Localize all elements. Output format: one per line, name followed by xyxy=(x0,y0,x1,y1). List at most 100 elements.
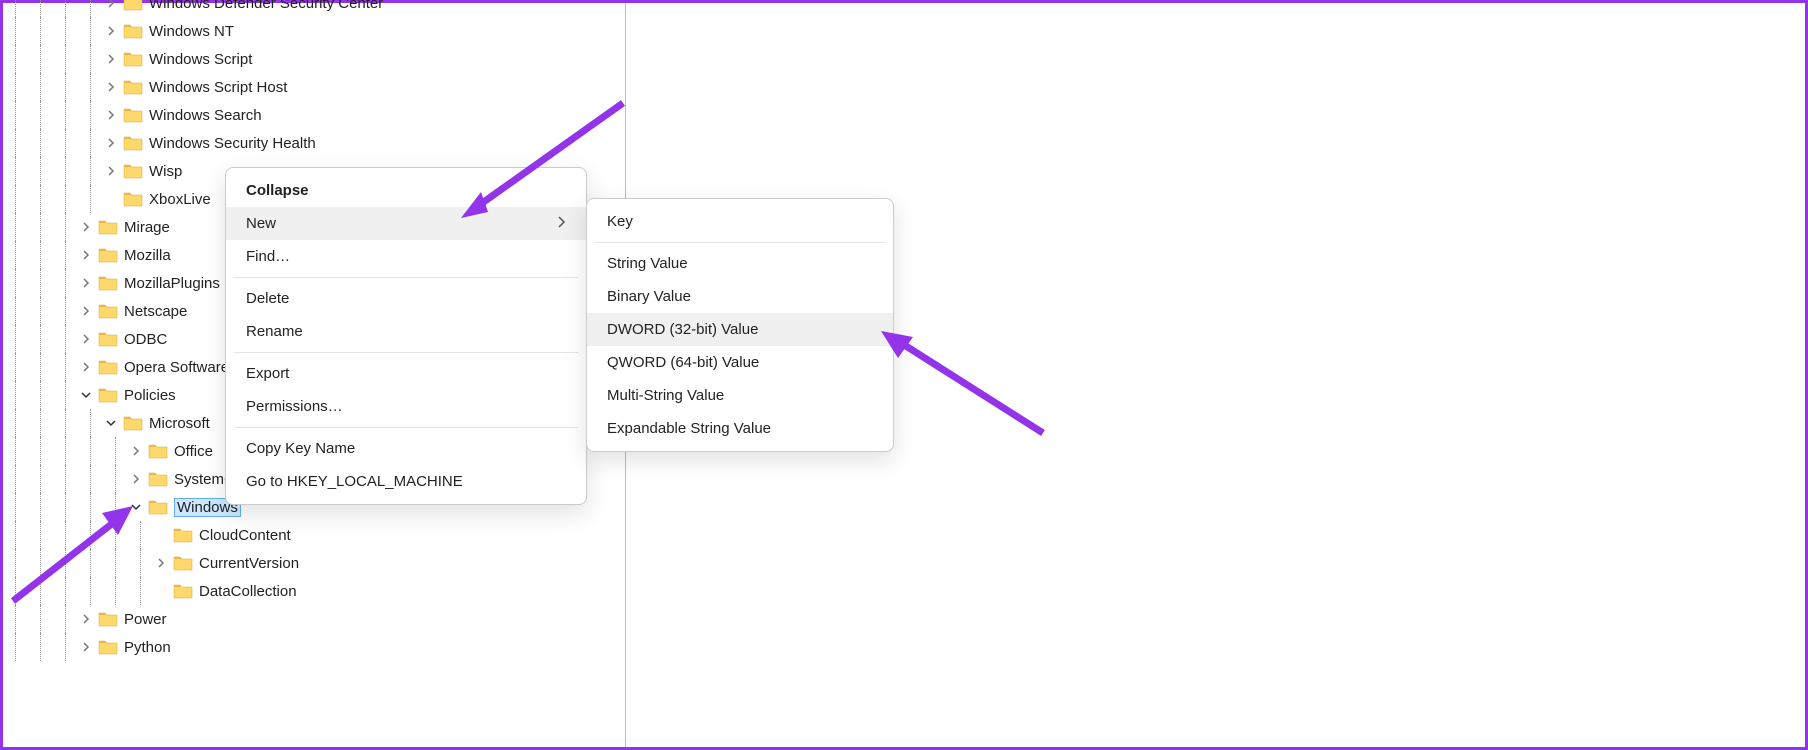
chevron-right-icon[interactable] xyxy=(103,163,119,179)
context-menu: Collapse New Find… Delete Rename Export … xyxy=(225,167,587,505)
tree-lines xyxy=(3,605,78,633)
tree-lines xyxy=(3,269,78,297)
chevron-right-icon[interactable] xyxy=(103,51,119,67)
chevron-right-icon[interactable] xyxy=(128,443,144,459)
tree-lines xyxy=(3,17,103,45)
tree-item[interactable]: CloudContent xyxy=(3,521,625,549)
tree-item[interactable]: Windows Search xyxy=(3,101,625,129)
tree-lines xyxy=(3,493,128,521)
folder-icon xyxy=(173,555,193,571)
tree-item-label: Microsoft xyxy=(149,415,210,432)
folder-icon xyxy=(123,51,143,67)
tree-item-label: Policies xyxy=(124,387,176,404)
menu-label: Multi-String Value xyxy=(607,387,724,404)
folder-icon xyxy=(148,443,168,459)
menu-delete[interactable]: Delete xyxy=(226,282,586,315)
tree-item-label: DataCollection xyxy=(199,583,297,600)
chevron-right-icon[interactable] xyxy=(103,23,119,39)
submenu-string-value[interactable]: String Value xyxy=(587,247,893,280)
menu-export[interactable]: Export xyxy=(226,357,586,390)
tree-lines xyxy=(3,213,78,241)
chevron-right-icon[interactable] xyxy=(153,555,169,571)
tree-item[interactable]: Python xyxy=(3,633,625,661)
menu-new[interactable]: New xyxy=(226,207,586,240)
tree-lines xyxy=(3,577,153,605)
folder-icon xyxy=(123,135,143,151)
chevron-right-icon[interactable] xyxy=(103,135,119,151)
folder-icon xyxy=(123,191,143,207)
submenu-binary-value[interactable]: Binary Value xyxy=(587,280,893,313)
menu-collapse[interactable]: Collapse xyxy=(226,174,586,207)
chevron-down-icon[interactable] xyxy=(78,387,94,403)
menu-label: DWORD (32-bit) Value xyxy=(607,321,758,338)
menu-label: String Value xyxy=(607,255,688,272)
folder-icon xyxy=(98,331,118,347)
tree-item-label: Python xyxy=(124,639,171,656)
tree-lines xyxy=(3,73,103,101)
chevron-right-icon[interactable] xyxy=(78,219,94,235)
menu-goto[interactable]: Go to HKEY_LOCAL_MACHINE xyxy=(226,465,586,498)
submenu-new: Key String Value Binary Value DWORD (32-… xyxy=(586,198,894,452)
tree-item-label: ODBC xyxy=(124,331,167,348)
menu-label: Rename xyxy=(246,323,303,340)
folder-icon xyxy=(173,583,193,599)
tree-item[interactable]: Windows NT xyxy=(3,17,625,45)
chevron-right-icon[interactable] xyxy=(78,331,94,347)
menu-label: New xyxy=(246,215,276,232)
menu-permissions[interactable]: Permissions… xyxy=(226,390,586,423)
chevron-right-icon[interactable] xyxy=(103,79,119,95)
chevron-down-icon[interactable] xyxy=(103,415,119,431)
menu-copy-key-name[interactable]: Copy Key Name xyxy=(226,432,586,465)
folder-icon xyxy=(98,219,118,235)
tree-lines xyxy=(3,381,78,409)
chevron-right-icon[interactable] xyxy=(103,0,119,11)
folder-icon xyxy=(98,303,118,319)
submenu-qword[interactable]: QWORD (64-bit) Value xyxy=(587,346,893,379)
menu-label: Export xyxy=(246,365,289,382)
menu-label: Go to HKEY_LOCAL_MACHINE xyxy=(246,473,463,490)
tree-item-label: Office xyxy=(174,443,213,460)
menu-label: QWORD (64-bit) Value xyxy=(607,354,759,371)
submenu-key[interactable]: Key xyxy=(587,205,893,238)
tree-lines xyxy=(3,353,78,381)
submenu-dword[interactable]: DWORD (32-bit) Value xyxy=(587,313,893,346)
tree-item[interactable]: Windows Script xyxy=(3,45,625,73)
chevron-right-icon[interactable] xyxy=(78,275,94,291)
menu-separator xyxy=(234,427,578,428)
folder-icon xyxy=(148,471,168,487)
folder-icon xyxy=(173,527,193,543)
menu-find[interactable]: Find… xyxy=(226,240,586,273)
folder-icon xyxy=(123,107,143,123)
chevron-right-icon[interactable] xyxy=(78,247,94,263)
folder-icon xyxy=(98,275,118,291)
tree-item-label: Windows Security Health xyxy=(149,135,316,152)
menu-label: Delete xyxy=(246,290,289,307)
chevron-right-icon[interactable] xyxy=(78,639,94,655)
tree-item[interactable]: Windows Defender Security Center xyxy=(3,0,625,17)
chevron-right-icon[interactable] xyxy=(128,471,144,487)
tree-item[interactable]: CurrentVersion xyxy=(3,549,625,577)
tree-item-label: Power xyxy=(124,611,167,628)
tree-item[interactable]: DataCollection xyxy=(3,577,625,605)
tree-lines xyxy=(3,185,103,213)
submenu-expand-string[interactable]: Expandable String Value xyxy=(587,412,893,445)
tree-item[interactable]: Windows Script Host xyxy=(3,73,625,101)
submenu-multi-string[interactable]: Multi-String Value xyxy=(587,379,893,412)
menu-rename[interactable]: Rename xyxy=(226,315,586,348)
chevron-right-icon[interactable] xyxy=(103,107,119,123)
chevron-right-icon[interactable] xyxy=(78,303,94,319)
chevron-right-icon[interactable] xyxy=(78,359,94,375)
tree-lines xyxy=(3,241,78,269)
chevron-down-icon[interactable] xyxy=(128,499,144,515)
tree-item[interactable]: Power xyxy=(3,605,625,633)
chevron-right-icon[interactable] xyxy=(78,611,94,627)
folder-icon xyxy=(123,23,143,39)
menu-separator xyxy=(595,242,885,243)
tree-lines xyxy=(3,409,103,437)
folder-icon xyxy=(98,247,118,263)
tree-item-label: Wisp xyxy=(149,163,182,180)
tree-lines xyxy=(3,465,128,493)
tree-item[interactable]: Windows Security Health xyxy=(3,129,625,157)
menu-label: Key xyxy=(607,213,633,230)
menu-label: Binary Value xyxy=(607,288,691,305)
